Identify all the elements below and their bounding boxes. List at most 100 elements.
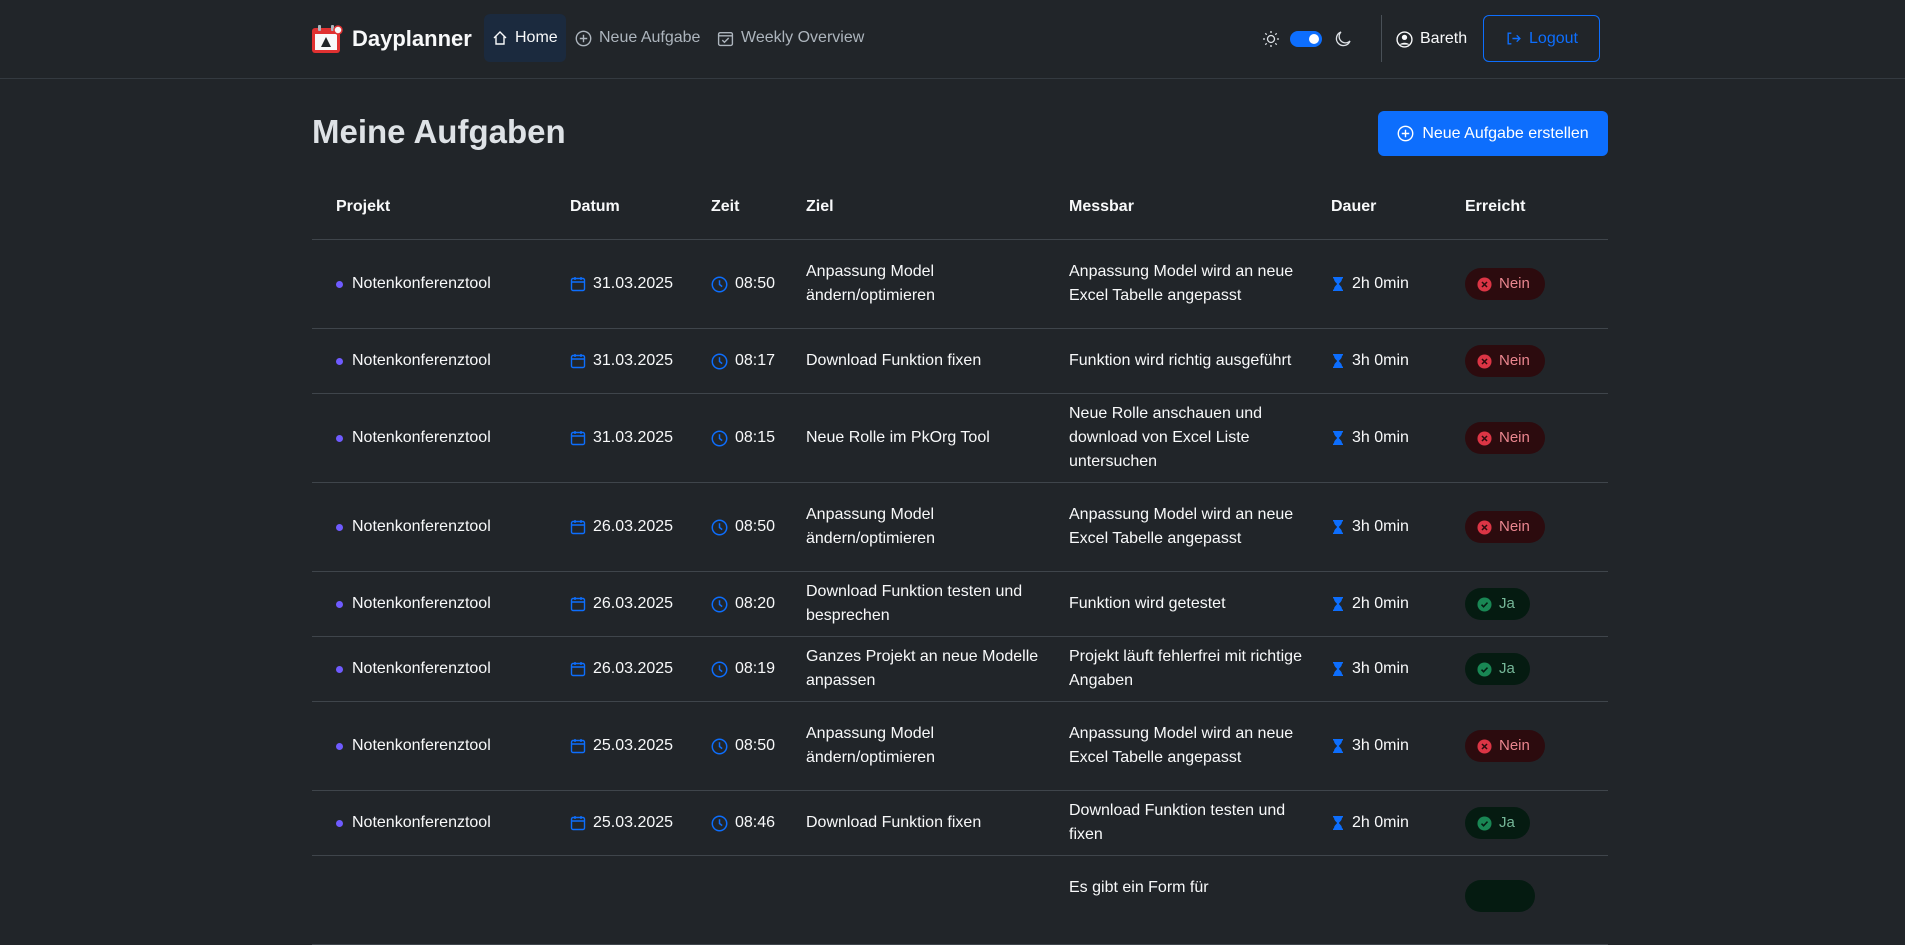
cell-dauer: 3h 0min <box>1331 349 1409 373</box>
cell-projekt: Notenkonferenztool <box>336 657 491 681</box>
cell-datum: 26.03.2025 <box>570 592 673 616</box>
table-row[interactable]: Notenkonferenztool 26.03.2025 08:50 Anpassu… <box>312 483 1608 572</box>
table-row[interactable]: Es gibt ein Form für <box>312 856 1608 945</box>
cell-datum: 31.03.2025 <box>570 272 673 296</box>
table-row[interactable]: Notenkonferenztool 31.03.2025 08:50 Anpassu… <box>312 240 1608 329</box>
status-badge: Nein <box>1465 268 1545 300</box>
cell-zeit: 08:17 <box>711 349 775 373</box>
header-ziel: Ziel <box>806 198 834 215</box>
status-text: Nein <box>1499 737 1530 754</box>
nav-new-task[interactable]: Neue Aufgabe <box>567 14 708 62</box>
zeit-text: 08:20 <box>735 595 776 612</box>
table-body: Notenkonferenztool 31.03.2025 08:50 Anpassu… <box>312 240 1608 945</box>
dauer-text: 2h 0min <box>1352 814 1409 831</box>
cell-ziel: Anpassung Model ändern/optimieren <box>806 725 935 766</box>
hourglass-icon <box>1333 597 1343 611</box>
create-task-button[interactable]: Neue Aufgabe erstellen <box>1378 111 1608 156</box>
cell-erreicht: Ja <box>1465 807 1530 839</box>
page-title: Meine Aufgaben <box>312 113 566 150</box>
table-row[interactable]: Notenkonferenztool 26.03.2025 08:20 Downloa… <box>312 572 1608 637</box>
calendar-icon <box>570 739 586 754</box>
nav-home[interactable]: Home <box>484 14 566 62</box>
cell-zeit: 08:50 <box>711 515 775 539</box>
datum-text: 31.03.2025 <box>593 352 674 369</box>
project-dot-icon <box>336 600 343 608</box>
brand[interactable]: Dayplanner <box>311 22 472 56</box>
status-badge: Nein <box>1465 511 1545 543</box>
status-badge: Nein <box>1465 422 1545 454</box>
cell-ziel: Download Funktion fixen <box>806 352 982 369</box>
status-badge: Nein <box>1465 345 1545 377</box>
clock-icon <box>711 353 728 369</box>
cell-messbar: Funktion wird getestet <box>1069 595 1226 612</box>
clock-icon <box>711 815 728 831</box>
cell-dauer: 3h 0min <box>1331 426 1409 450</box>
projekt-text: Notenkonferenztool <box>352 737 491 754</box>
table-row[interactable]: Notenkonferenztool 26.03.2025 08:19 Ganzes … <box>312 637 1608 702</box>
zeit-text: 08:50 <box>735 518 776 535</box>
table-row[interactable]: Notenkonferenztool 25.03.2025 08:46 Downloa… <box>312 791 1608 856</box>
header-dauer: Dauer <box>1331 198 1377 215</box>
home-icon <box>493 31 507 45</box>
status-badge <box>1465 880 1535 912</box>
nav-weekly-label: Weekly Overview <box>741 29 865 46</box>
cell-dauer: 2h 0min <box>1331 592 1409 616</box>
datum-text: 31.03.2025 <box>593 429 674 446</box>
calendar-icon <box>570 597 586 612</box>
cell-ziel: Ganzes Projekt an neue Modelle anpassen <box>806 648 1039 689</box>
project-dot-icon <box>336 280 343 288</box>
status-badge: Ja <box>1465 653 1530 685</box>
clock-icon <box>711 738 728 754</box>
cell-projekt: Notenkonferenztool <box>336 734 491 758</box>
clock-icon <box>711 519 728 535</box>
theme-toggle[interactable] <box>1290 31 1322 47</box>
status-text: Nein <box>1499 429 1530 446</box>
user-name: Bareth <box>1420 30 1468 47</box>
projekt-text: Notenkonferenztool <box>352 814 491 831</box>
clock-icon <box>711 661 728 677</box>
cell-ziel: Neue Rolle im PkOrg Tool <box>806 429 990 446</box>
hourglass-icon <box>1333 662 1343 676</box>
calendar-icon <box>570 354 586 369</box>
task-table: Projekt Datum Zeit Ziel Messbar Dauer Er… <box>312 176 1608 945</box>
cell-datum: 26.03.2025 <box>570 657 673 681</box>
logout-button[interactable]: Logout <box>1483 15 1600 62</box>
hourglass-icon <box>1333 354 1343 368</box>
table-row[interactable]: Notenkonferenztool 31.03.2025 08:15 Neue Ro… <box>312 394 1608 483</box>
cell-dauer: 3h 0min <box>1331 657 1409 681</box>
status-badge: Nein <box>1465 730 1545 762</box>
projekt-text: Notenkonferenztool <box>352 429 491 446</box>
calendar-icon <box>570 431 586 446</box>
cell-messbar: Anpassung Model wird an neue Excel Tabel… <box>1069 725 1294 766</box>
cell-erreicht: Nein <box>1465 345 1545 377</box>
nav-weekly-overview[interactable]: Weekly Overview <box>709 14 872 62</box>
cell-erreicht: Nein <box>1465 511 1545 543</box>
zeit-text: 08:50 <box>735 737 776 754</box>
cell-messbar: Download Funktion testen und fixen <box>1069 802 1286 843</box>
x-circle-icon <box>1477 738 1492 754</box>
cell-dauer: 3h 0min <box>1331 515 1409 539</box>
plus-circle-icon <box>1397 125 1414 142</box>
project-dot-icon <box>336 357 343 365</box>
cell-messbar: Es gibt ein Form für <box>1069 879 1209 896</box>
datum-text: 25.03.2025 <box>593 737 674 754</box>
status-text: Ja <box>1499 660 1515 677</box>
datum-text: 26.03.2025 <box>593 660 674 677</box>
table-row[interactable]: Notenkonferenztool 31.03.2025 08:17 Downloa… <box>312 329 1608 394</box>
cell-projekt: Notenkonferenztool <box>336 349 491 373</box>
datum-text: 26.03.2025 <box>593 518 674 535</box>
divider <box>1381 15 1382 62</box>
projekt-text: Notenkonferenztool <box>352 518 491 535</box>
user-menu[interactable]: Bareth <box>1396 26 1467 52</box>
cell-messbar: Projekt läuft fehlerfrei mit richtige An… <box>1069 648 1302 689</box>
hourglass-icon <box>1333 816 1343 830</box>
cell-dauer: 3h 0min <box>1331 734 1409 758</box>
x-circle-icon <box>1477 276 1492 292</box>
check-circle-icon <box>1477 596 1492 612</box>
cell-zeit: 08:15 <box>711 426 775 450</box>
projekt-text: Notenkonferenztool <box>352 595 491 612</box>
table-row[interactable]: Notenkonferenztool 25.03.2025 08:50 Anpassu… <box>312 702 1608 791</box>
dauer-text: 2h 0min <box>1352 595 1409 612</box>
cell-erreicht <box>1465 880 1535 912</box>
x-circle-icon <box>1477 353 1492 369</box>
